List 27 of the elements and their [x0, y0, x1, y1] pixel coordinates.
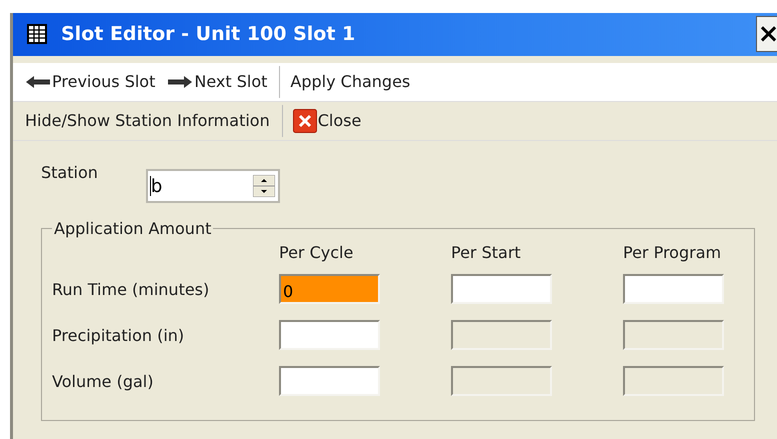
close-button[interactable]: ×: [756, 16, 777, 52]
toolbar-button[interactable]: Close: [288, 108, 370, 133]
row-label: Run Time (minutes): [52, 280, 210, 298]
station-spinner[interactable]: b: [146, 169, 280, 203]
station-label: Station: [41, 163, 98, 182]
input-field[interactable]: [451, 274, 552, 304]
row-label: Precipitation (in): [52, 326, 186, 344]
left-arrow-icon: [25, 74, 51, 89]
toolbar-button[interactable]: Previous Slot: [21, 72, 164, 92]
down-arrow-icon[interactable]: [252, 186, 275, 197]
input-field[interactable]: 0: [279, 274, 380, 304]
input-field[interactable]: [279, 366, 380, 396]
close-icon: [292, 108, 317, 133]
column-header: Per Program: [623, 242, 722, 262]
column-header: Per Cycle: [279, 242, 354, 262]
up-arrow-icon[interactable]: [252, 175, 275, 186]
row-label: Volume (gal): [52, 372, 154, 390]
toolbar-button[interactable]: Hide/Show Station Information: [21, 111, 278, 130]
window-title: Slot Editor - Unit 100 Slot 1: [61, 23, 356, 46]
toolbar-button[interactable]: Apply Changes: [286, 72, 418, 92]
input-field[interactable]: [623, 274, 724, 304]
column-header: Per Start: [451, 242, 522, 262]
group-title: Application Amount: [53, 219, 212, 238]
toolbar-button[interactable]: Next Slot: [163, 72, 276, 92]
grid-icon: [27, 24, 47, 44]
input-field[interactable]: [279, 320, 380, 350]
right-arrow-icon: [167, 74, 194, 89]
